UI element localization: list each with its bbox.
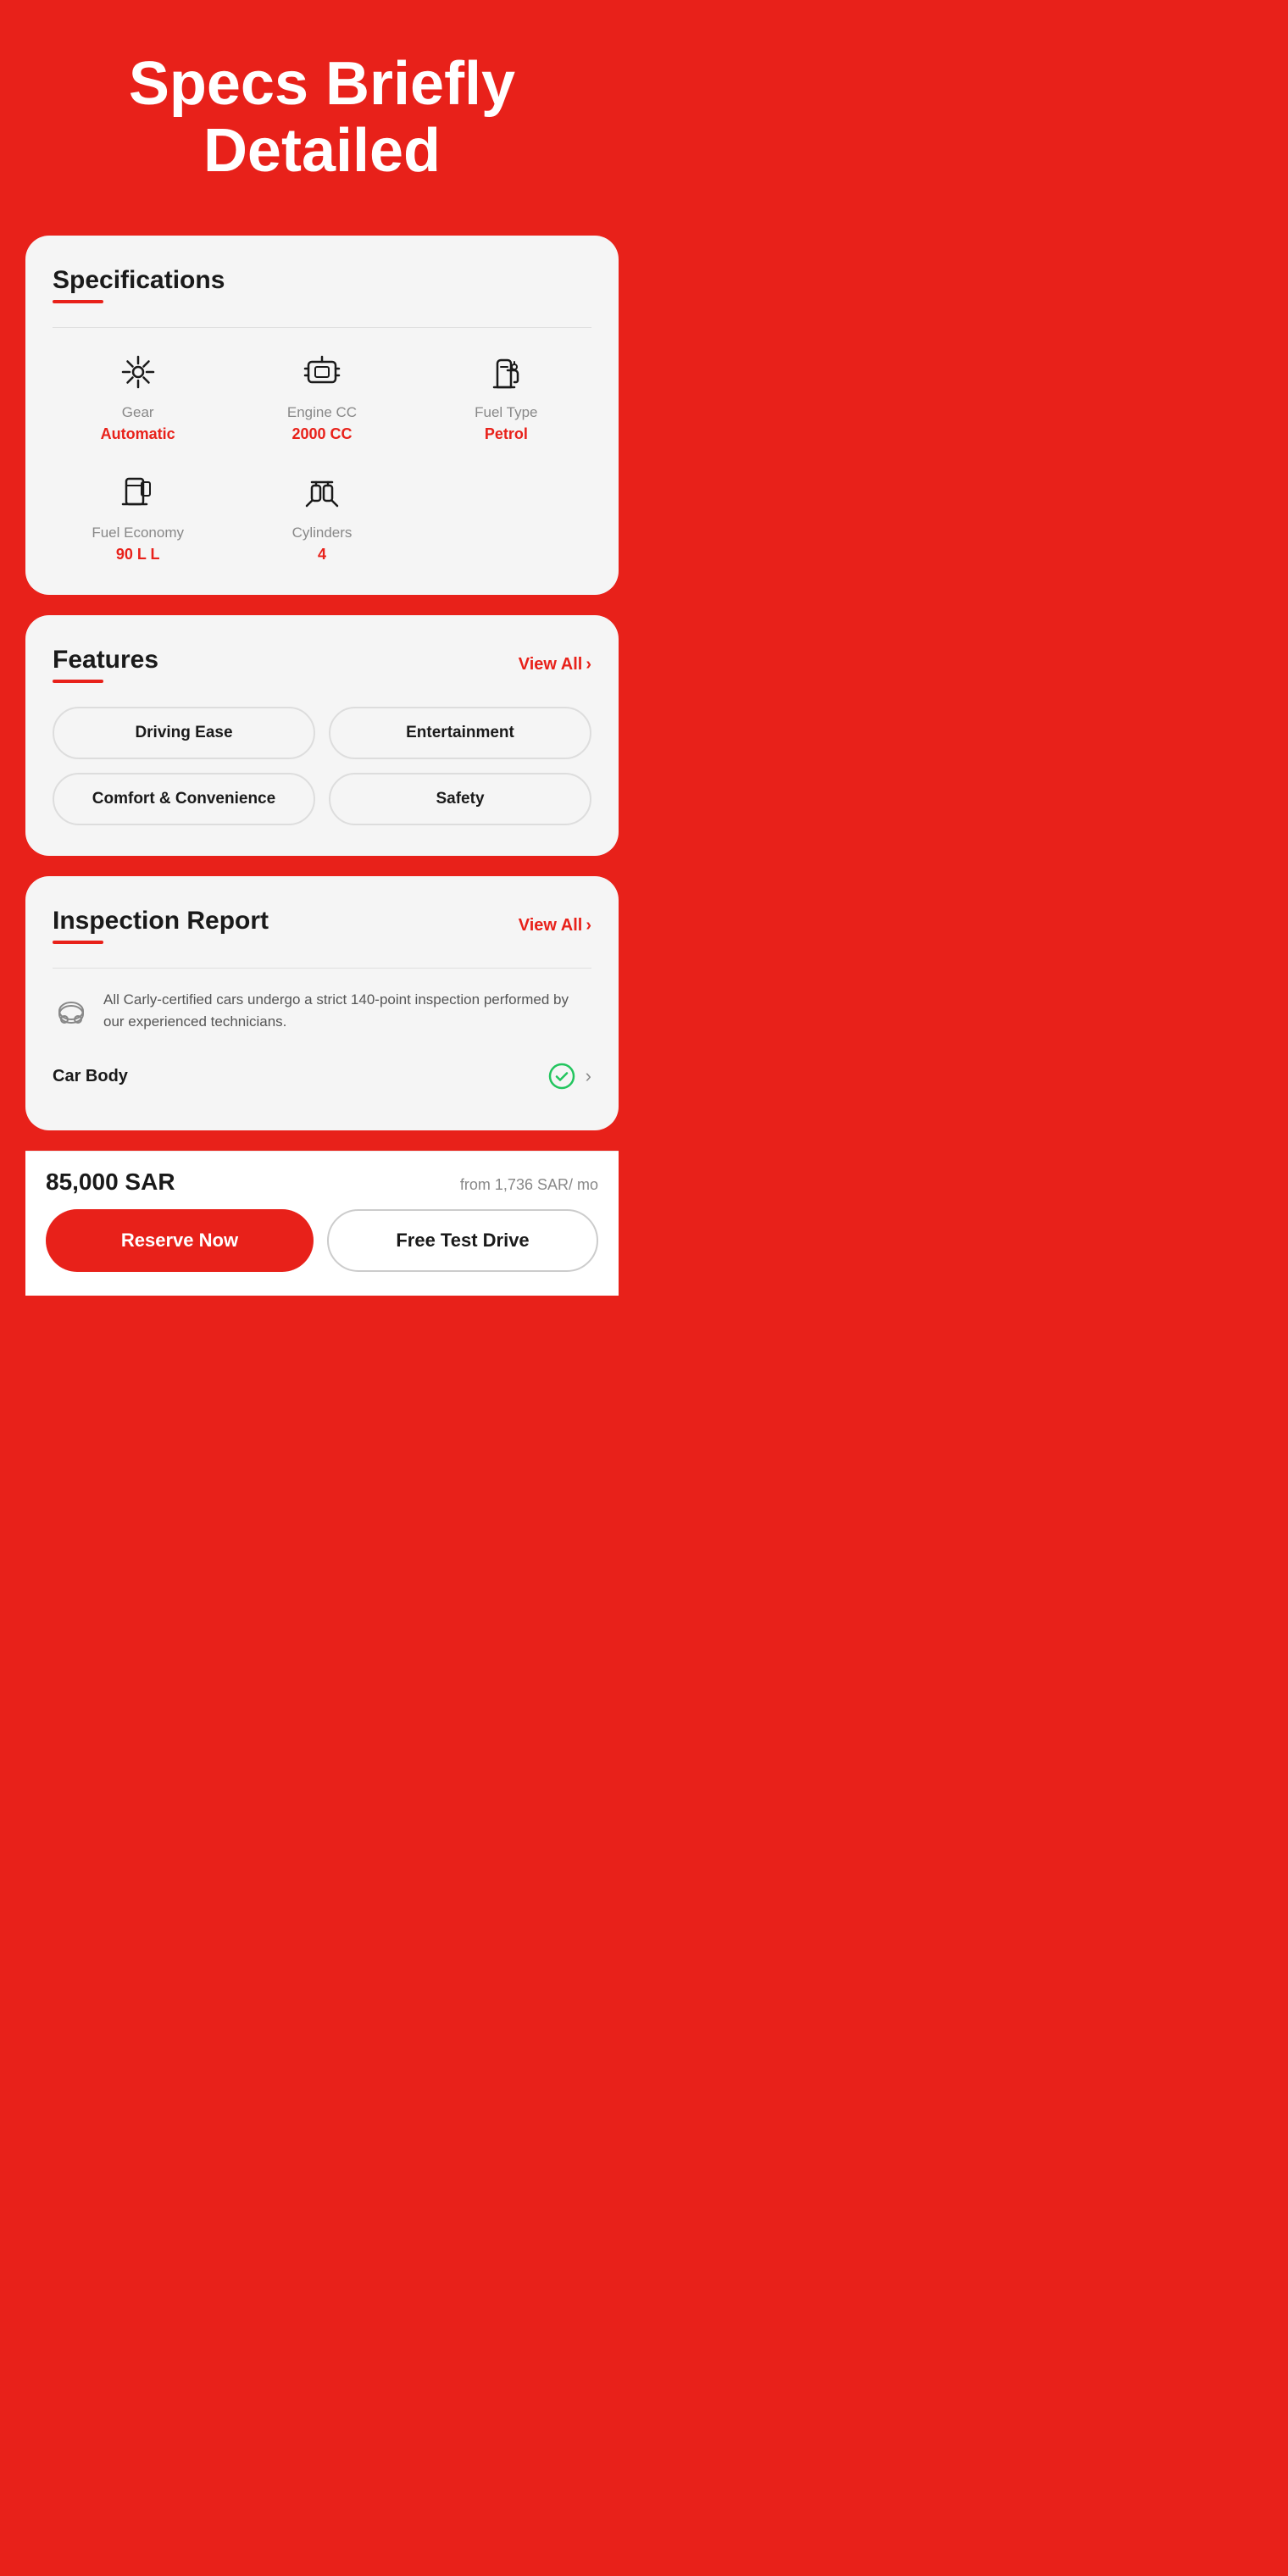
features-card: Features View All › Driving Ease Enterta… xyxy=(25,615,619,856)
spec-divider-top xyxy=(53,327,591,328)
reserve-now-button[interactable]: Reserve Now xyxy=(46,1209,314,1272)
features-view-all[interactable]: View All › xyxy=(519,655,591,675)
inspection-view-all[interactable]: View All › xyxy=(519,916,591,935)
car-body-label: Car Body xyxy=(53,1067,128,1086)
features-underline xyxy=(53,680,103,683)
engine-value: 2000 CC xyxy=(291,425,352,444)
car-body-row[interactable]: Car Body › xyxy=(53,1052,591,1100)
feature-safety[interactable]: Safety xyxy=(329,773,591,825)
spec-fuel-type: Fuel Type Petrol xyxy=(421,348,591,444)
spec-engine: Engine CC 2000 CC xyxy=(236,348,407,444)
spec-section-header: Specifications xyxy=(53,266,591,303)
btn-row: Reserve Now Free Test Drive xyxy=(46,1209,598,1272)
spec-fuel-economy: Fuel Economy 90 L L xyxy=(53,469,223,564)
inspection-title: Inspection Report xyxy=(53,907,269,935)
feature-comfort[interactable]: Comfort & Convenience xyxy=(53,773,315,825)
fuel-economy-icon xyxy=(114,469,162,516)
price-row: 85,000 SAR from 1,736 SAR/ mo xyxy=(46,1169,598,1196)
inspection-divider xyxy=(53,968,591,969)
cylinders-value: 4 xyxy=(318,545,326,564)
engine-label: Engine CC xyxy=(287,404,357,421)
features-view-all-chevron: › xyxy=(586,655,591,675)
price-main: 85,000 SAR xyxy=(46,1169,175,1196)
feature-driving-ease[interactable]: Driving Ease xyxy=(53,707,315,759)
specifications-card: Specifications Gear Autom xyxy=(25,236,619,595)
price-monthly: from 1,736 SAR/ mo xyxy=(460,1176,598,1194)
inspection-underline xyxy=(53,941,103,944)
inspection-description: All Carly-certified cars undergo a stric… xyxy=(103,989,591,1032)
hero-title: Specs Briefly Detailed xyxy=(129,51,515,185)
spec-underline xyxy=(53,300,103,303)
spec-cylinders: Cylinders 4 xyxy=(236,469,407,564)
cylinders-icon xyxy=(298,469,346,516)
feature-entertainment[interactable]: Entertainment xyxy=(329,707,591,759)
inspection-info: All Carly-certified cars undergo a stric… xyxy=(53,989,591,1032)
fuel-economy-label: Fuel Economy xyxy=(92,525,184,541)
inspection-section-header: Inspection Report View All › xyxy=(53,907,591,944)
spec-placeholder xyxy=(421,469,591,564)
fuel-type-value: Petrol xyxy=(485,425,528,444)
check-circle-icon xyxy=(548,1063,575,1090)
bottom-bar: 85,000 SAR from 1,736 SAR/ mo Reserve No… xyxy=(25,1151,619,1296)
features-grid: Driving Ease Entertainment Comfort & Con… xyxy=(53,707,591,825)
spec-title-wrap: Specifications xyxy=(53,266,225,303)
fuel-economy-value: 90 L L xyxy=(116,545,160,564)
features-title-wrap: Features xyxy=(53,646,158,683)
inspection-view-all-chevron: › xyxy=(586,916,591,935)
gear-label: Gear xyxy=(122,404,154,421)
gear-icon xyxy=(114,348,162,396)
fuel-type-label: Fuel Type xyxy=(475,404,537,421)
gear-value: Automatic xyxy=(101,425,175,444)
spec-gear: Gear Automatic xyxy=(53,348,223,444)
free-test-drive-button[interactable]: Free Test Drive xyxy=(327,1209,598,1272)
engine-icon xyxy=(298,348,346,396)
features-section-header: Features View All › xyxy=(53,646,591,683)
inspection-badge-icon xyxy=(53,989,90,1026)
features-title: Features xyxy=(53,646,158,675)
car-body-chevron: › xyxy=(586,1065,591,1087)
spec-title: Specifications xyxy=(53,266,225,295)
specs-top-grid: Gear Automatic Engine CC 2000 CC xyxy=(53,348,591,444)
cylinders-label: Cylinders xyxy=(292,525,353,541)
specs-bottom-grid: Fuel Economy 90 L L Cylinders 4 xyxy=(53,469,591,564)
inspection-title-wrap: Inspection Report xyxy=(53,907,269,944)
inspection-card: Inspection Report View All › All Carly-c… xyxy=(25,876,619,1130)
fuel-type-icon xyxy=(482,348,530,396)
car-body-icons: › xyxy=(548,1063,591,1090)
